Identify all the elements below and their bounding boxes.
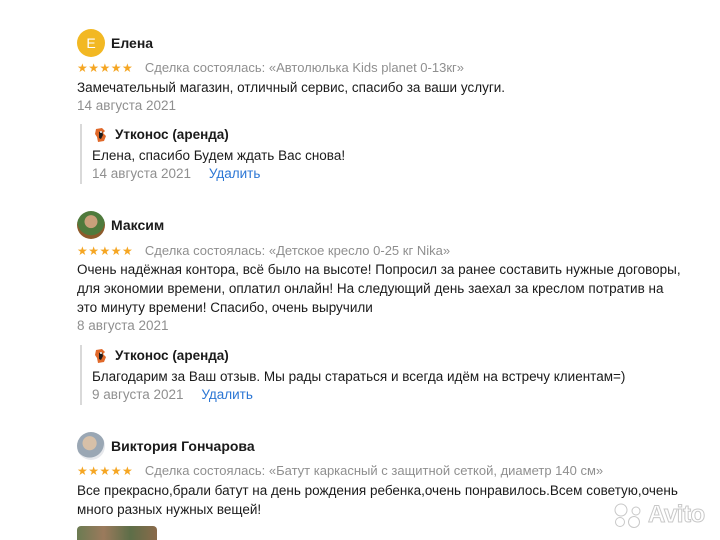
seller-reply: Утконос (аренда) Благодарим за Ваш отзыв… — [80, 345, 642, 405]
deal-item: «Автолюлька Kids planet 0-13кг» — [268, 60, 464, 75]
deal-label: Сделка состоялась: — [144, 463, 266, 478]
review-author[interactable]: Максим — [111, 216, 164, 234]
deal-item: «Детское кресло 0-25 кг Nika» — [268, 243, 451, 258]
delete-reply-link[interactable]: Удалить — [201, 387, 253, 402]
review-text-line: много разных нужных вещей! — [77, 502, 262, 517]
avito-watermark: Avito — [612, 500, 712, 530]
reply-footer: 9 августа 2021 Удалить — [92, 386, 253, 404]
seller-reply: Утконос (аренда) Елена, спасибо Будем жд… — [80, 124, 642, 184]
avito-watermark-text: Avito — [648, 501, 706, 529]
deal-item: «Батут каркасный с защитной сеткой, диам… — [268, 463, 604, 478]
review-text: Все прекрасно,брали батут на день рожден… — [77, 481, 687, 519]
deal-label: Сделка состоялась: — [144, 243, 266, 258]
reply-author[interactable]: Утконос (аренда) — [115, 126, 229, 144]
reply-footer: 14 августа 2021 Удалить — [92, 165, 260, 183]
platypus-logo-icon — [95, 349, 106, 363]
review-meta: ★★★★★ Сделка состоялась: «Детское кресло… — [77, 243, 450, 259]
review-text-line: для экономии времени, оплатил онлайн! На… — [77, 281, 664, 296]
review-text: Очень надёжная контора, всё было на высо… — [77, 260, 687, 317]
reply-date: 9 августа 2021 — [92, 387, 184, 402]
avito-logo-icon — [614, 503, 641, 528]
delete-reply-link[interactable]: Удалить — [209, 166, 261, 181]
review-date: 8 августа 2021 — [77, 318, 169, 333]
platypus-logo-icon — [95, 128, 106, 142]
review-meta: ★★★★★ Сделка состоялась: «Батут каркасны… — [77, 463, 603, 479]
avatar[interactable] — [77, 211, 105, 239]
reply-date: 14 августа 2021 — [92, 166, 192, 181]
reply-author[interactable]: Утконос (аренда) — [115, 347, 229, 365]
review-text-line: это минуту времени! Спасибо, очень выруч… — [77, 300, 373, 315]
review-meta: ★★★★★ Сделка состоялась: «Автолюлька Kid… — [77, 60, 464, 76]
reply-text: Благодарим за Ваш отзыв. Мы рады старать… — [92, 369, 626, 384]
rating-stars: ★★★★★ — [77, 244, 134, 258]
review-text: Замечательный магазин, отличный сервис, … — [77, 80, 506, 95]
review-author[interactable]: Виктория Гончарова — [111, 437, 255, 455]
rating-stars: ★★★★★ — [77, 464, 134, 478]
rating-stars: ★★★★★ — [77, 61, 134, 75]
deal-label: Сделка состоялась: — [144, 60, 266, 75]
review-author[interactable]: Елена — [111, 34, 153, 52]
avatar[interactable]: Е — [77, 29, 105, 57]
review-date: 14 августа 2021 — [77, 98, 177, 113]
review-text-line: Все прекрасно,брали батут на день рожден… — [77, 483, 678, 498]
avatar[interactable] — [77, 432, 105, 460]
reply-text: Елена, спасибо Будем ждать Вас снова! — [92, 148, 346, 163]
review-text-line: Очень надёжная контора, всё было на высо… — [77, 262, 681, 277]
review-photo[interactable] — [77, 526, 157, 540]
